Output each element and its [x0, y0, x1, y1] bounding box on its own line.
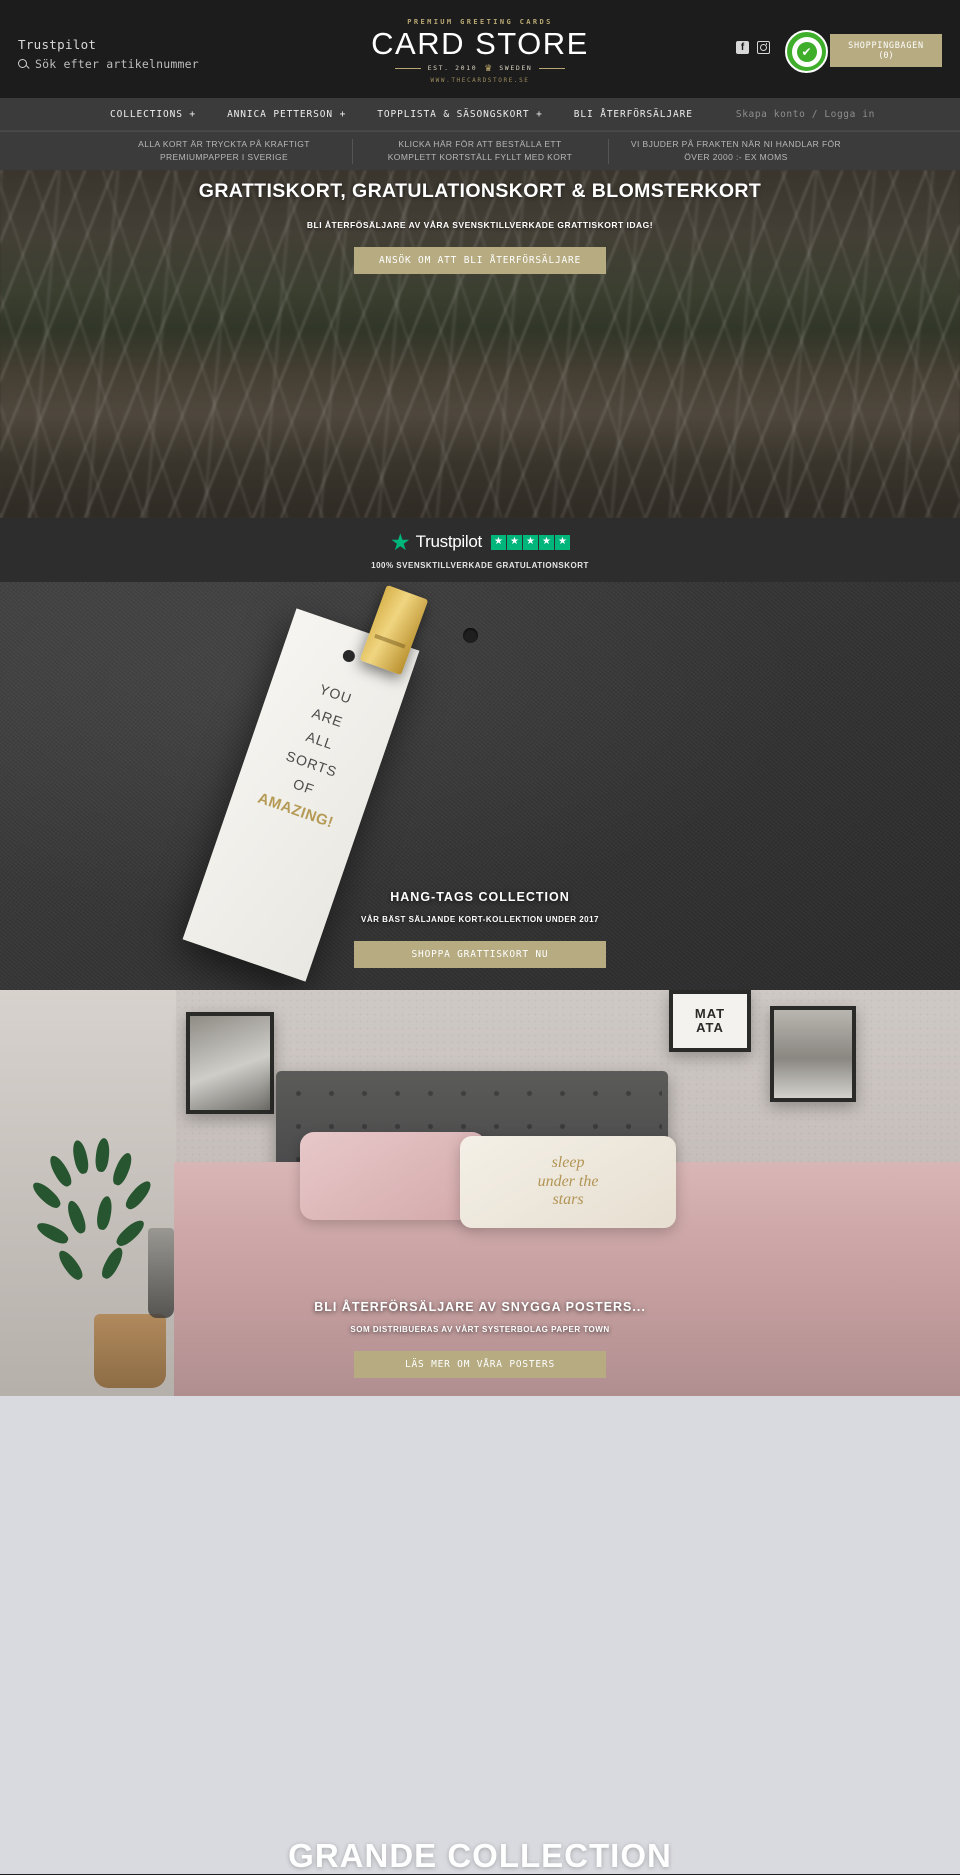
- trustpilot-star-rating: ★ ★ ★ ★ ★: [490, 534, 570, 550]
- rating-star-3: ★: [522, 534, 538, 550]
- logo-wordmark: CARD STORE: [371, 26, 589, 61]
- wall-frame-right: [770, 1006, 856, 1102]
- logo-established-line: EST. 2010 ♛ SWEDEN: [330, 62, 630, 73]
- plant-leaf: [34, 1219, 71, 1247]
- instagram-icon[interactable]: [757, 41, 770, 54]
- plant-leaf: [95, 1195, 114, 1231]
- logo-kicker: PREMIUM GREETING CARDS: [407, 18, 553, 26]
- frame-text-line-2: ATA: [696, 1020, 724, 1035]
- account-link[interactable]: Skapa konto / Logga in: [736, 109, 875, 120]
- hang-tags-subheading: VÅR BÄST SÄLJANDE KORT-KOLLEKTION UNDER …: [360, 915, 600, 924]
- certified-badge-icon: ✔: [785, 30, 828, 73]
- sidebar-item-topplista[interactable]: TOPPLISTA & SÄSONGSKORT +: [377, 109, 543, 120]
- trustpilot-caption: 100% SVENSKTILLVERKADE GRATULATIONSKORT: [371, 560, 589, 570]
- trustpilot-link[interactable]: Trustpilot: [18, 37, 96, 52]
- plant-leaf: [122, 1177, 155, 1213]
- plant-leaf: [70, 1139, 91, 1175]
- rating-star-1: ★: [490, 534, 506, 550]
- hang-tags-cta-button[interactable]: SHOPPA GRATTISKORT NU: [354, 941, 606, 968]
- grande-collection-heading: GRANDE COLLECTION: [288, 1836, 672, 1874]
- logo-rule-left: [394, 67, 421, 69]
- hero-subtitle: BLI ÅTERFÖSÄLJARE AV VÅRA SVENSKTILLVERK…: [306, 220, 654, 230]
- search-icon: [18, 58, 29, 70]
- hang-tags-content: HANG-TAGS COLLECTION VÅR BÄST SÄLJANDE K…: [0, 890, 960, 968]
- usp-bar: ALLA KORT ÄR TRYCKTA PÅ KRAFTIGT PREMIUM…: [0, 131, 960, 170]
- site-header: Trustpilot Sök efter artikelnummer PREMI…: [0, 0, 960, 98]
- search-input[interactable]: Sök efter artikelnummer: [18, 57, 199, 71]
- crown-icon: ♛: [484, 62, 493, 73]
- wall-frame-hakuna-matata: MAT ATA: [669, 990, 751, 1052]
- pillow-sleep-under-the-stars: sleep under the stars: [460, 1136, 676, 1228]
- trustpilot-rating[interactable]: ★ Trustpilot ★ ★ ★ ★ ★: [390, 528, 570, 555]
- hero-banner: GRATTISKORT, GRATULATIONSKORT & BLOMSTER…: [0, 170, 960, 518]
- hero-content: GRATTISKORT, GRATULATIONSKORT & BLOMSTER…: [0, 170, 960, 274]
- trustpilot-star-icon: ★: [390, 528, 411, 555]
- plant-leaf: [110, 1150, 135, 1188]
- hang-tags-heading: HANG-TAGS COLLECTION: [390, 890, 570, 904]
- usp-item-display-stand[interactable]: KLICKA HÄR FÖR ATT BESTÄLLA ETT KOMPLETT…: [353, 138, 608, 164]
- posters-heading: BLI ÅTERFÖRSÄLJARE AV SNYGGA POSTERS...: [314, 1300, 646, 1314]
- search-placeholder: Sök efter artikelnummer: [35, 57, 199, 71]
- pillow-text-line-3: stars: [552, 1191, 584, 1209]
- shopping-bag-button[interactable]: SHOPPINGBAGEN (0): [830, 34, 942, 67]
- logo-est-country: SWEDEN: [499, 64, 533, 73]
- frame-text-line-1: MAT: [694, 1005, 726, 1021]
- logo-est-year: EST. 2010: [427, 64, 478, 73]
- plant-leaf: [46, 1153, 75, 1189]
- rating-star-2: ★: [506, 534, 522, 550]
- trustpilot-wordmark: Trustpilot: [415, 532, 483, 551]
- hero-cta-button[interactable]: ANSÖK OM ATT BLI ÅTERFÖRSÄLJARE: [354, 247, 606, 274]
- facebook-icon[interactable]: f: [736, 41, 749, 54]
- logo-url: WWW.THECARDSTORE.SE: [430, 76, 530, 84]
- shopping-bag-count: (0): [878, 50, 894, 61]
- rating-star-4: ★: [538, 534, 554, 550]
- rating-star-5: ★: [554, 534, 570, 550]
- pillow-text-line-2: under the: [537, 1172, 599, 1190]
- hang-tag-hole: [341, 648, 357, 664]
- shopping-bag-label: SHOPPINGBAGEN: [848, 40, 924, 51]
- pegboard-hole: [463, 628, 478, 643]
- posters-cta-button[interactable]: LÄS MER OM VÅRA POSTERS: [354, 1351, 606, 1378]
- site-logo[interactable]: PREMIUM GREETING CARDS CARD STORE EST. 2…: [330, 18, 630, 84]
- grande-collection-section: GRANDE COLLECTION: [0, 1396, 960, 1874]
- plant-leaf: [113, 1216, 148, 1250]
- hang-tags-section: YOU ARE ALL SORTS OF AMAZING! HANG-TAGS …: [0, 582, 960, 990]
- plant-leaf: [94, 1137, 111, 1173]
- plant-leaf: [55, 1247, 86, 1283]
- sidebar-item-annica-petterson[interactable]: ANNICA PETTERSON +: [227, 109, 346, 120]
- pillow-pink: [300, 1132, 486, 1220]
- pillow-text: sleep under the stars: [538, 1154, 599, 1209]
- usp-item-paper: ALLA KORT ÄR TRYCKTA PÅ KRAFTIGT PREMIUM…: [138, 139, 310, 162]
- main-navigation: COLLECTIONS + ANNICA PETTERSON + TOPPLIS…: [0, 98, 960, 131]
- posters-content: BLI ÅTERFÖRSÄLJARE AV SNYGGA POSTERS... …: [0, 1300, 960, 1378]
- pillow-text-line-1: sleep: [551, 1154, 585, 1172]
- posters-section: MAT ATA sleep under the stars BLI ÅTERFÖ…: [0, 990, 960, 1396]
- wall-frame-left: [186, 1012, 274, 1114]
- badge-inner-ring: ✔: [791, 36, 822, 67]
- usp-item-free-shipping: VI BJUDER PÅ FRAKTEN NÄR NI HANDLAR FÖR …: [630, 139, 842, 162]
- trustpilot-strip: ★ Trustpilot ★ ★ ★ ★ ★ 100% SVENSKTILLVE…: [0, 518, 960, 582]
- sidebar-item-bli-aterforsaljare[interactable]: BLI ÅTERFÖRSÄLJARE: [574, 109, 693, 120]
- plant-leaf: [64, 1198, 89, 1236]
- sidebar-item-collections[interactable]: COLLECTIONS +: [110, 109, 196, 120]
- posters-subheading: SOM DISTRIBUERAS AV VÅRT SYSTERBOLAG PAP…: [350, 1325, 610, 1334]
- logo-rule-right: [539, 67, 566, 69]
- page-title: GRATTISKORT, GRATULATIONSKORT & BLOMSTER…: [198, 180, 762, 202]
- plant-leaf: [98, 1244, 127, 1282]
- badge-check-icon: ✔: [796, 41, 817, 62]
- social-links: f: [736, 41, 770, 54]
